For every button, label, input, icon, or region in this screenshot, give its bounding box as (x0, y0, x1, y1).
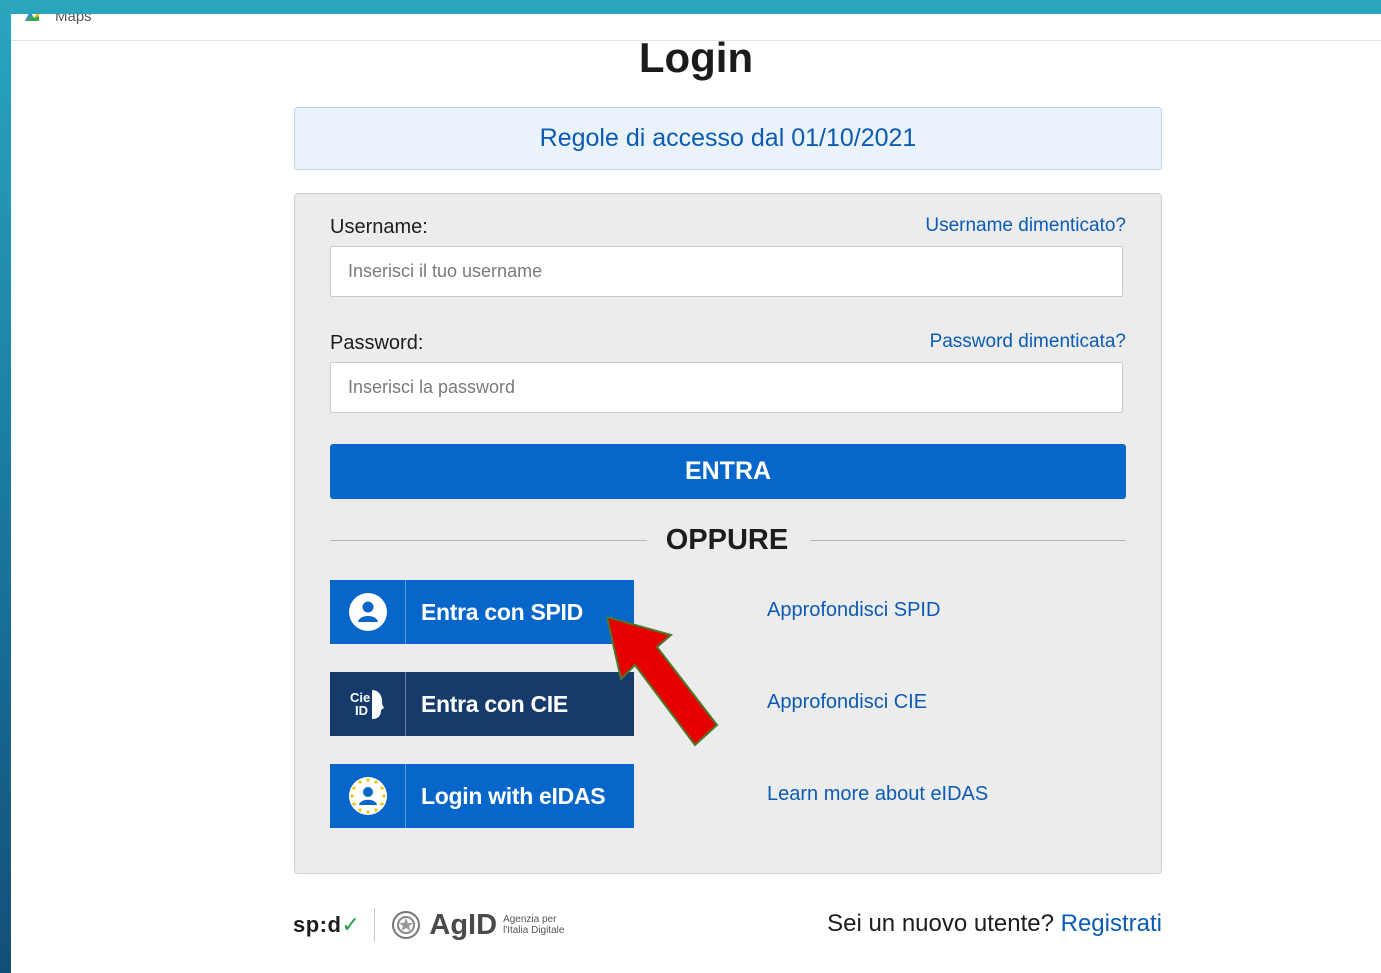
spid-info-link[interactable]: Approfondisci SPID (767, 599, 940, 622)
separator-label: OPPURE (665, 524, 789, 556)
access-rules-link[interactable]: Regole di accesso dal 01/10/2021 (294, 107, 1162, 170)
svg-text:ID: ID (355, 703, 368, 718)
bookmark-label: Maps (55, 14, 92, 25)
username-label: Username: (330, 216, 428, 238)
eidas-login-button[interactable]: Login with eIDAS (330, 764, 634, 828)
agid-subtitle: Agenzia per l'Italia Digitale (503, 914, 565, 936)
cie-button-label: Entra con CIE (421, 690, 568, 717)
user-circle-icon (330, 580, 406, 644)
spid-logo: sp:d✓ (293, 912, 361, 937)
eu-stars-user-icon (330, 764, 406, 828)
eidas-info-link[interactable]: Learn more about eIDAS (767, 783, 988, 806)
register-link[interactable]: Registrati (1061, 910, 1162, 937)
maps-icon (25, 14, 39, 21)
cie-login-button[interactable]: Cie ID Entra con CIE (330, 672, 634, 736)
eidas-button-label: Login with eIDAS (421, 782, 606, 809)
forgot-username-link[interactable]: Username dimenticato? (925, 215, 1126, 237)
login-panel: Username: Username dimenticato? Password… (294, 193, 1162, 874)
agid-logo-text: AgID (429, 908, 498, 941)
password-input[interactable] (330, 362, 1123, 413)
new-user-prompt: Sei un nuovo utente? Registrati (827, 910, 1162, 938)
cie-id-icon: Cie ID (330, 672, 406, 736)
separator-line-left (330, 540, 647, 541)
forgot-password-link[interactable]: Password dimenticata? (930, 331, 1126, 353)
new-user-text: Sei un nuovo utente? (827, 910, 1054, 937)
cie-info-link[interactable]: Approfondisci CIE (767, 691, 927, 714)
footer-logos: sp:d✓ AgID Agenzia per l'Italia Digitale (293, 905, 564, 945)
annotation-arrow-icon (605, 617, 719, 747)
separator-line-right (810, 540, 1126, 541)
page-title: Login (638, 34, 754, 81)
browser-page: Maps Login Regole di accesso dal 01/10/2… (11, 14, 1381, 973)
username-input[interactable] (330, 246, 1123, 297)
spid-login-button[interactable]: Entra con SPID (330, 580, 634, 644)
italian-emblem-icon (392, 911, 421, 939)
login-button[interactable]: ENTRA (330, 444, 1126, 499)
password-label: Password: (330, 332, 424, 354)
bookmark-maps[interactable]: Maps (23, 14, 92, 27)
spid-button-label: Entra con SPID (421, 598, 583, 625)
logo-divider (374, 908, 376, 942)
